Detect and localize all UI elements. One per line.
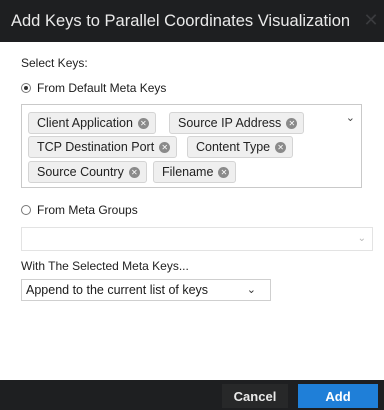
chevron-down-icon[interactable]: ⌄ (346, 111, 355, 124)
tag-label: Source IP Address (178, 116, 282, 130)
tag-content-type[interactable]: Content Type ✕ (187, 136, 294, 158)
close-icon[interactable]: ✕ (362, 11, 380, 29)
meta-keys-multiselect[interactable]: Client Application ✕ Source IP Address ✕… (21, 104, 362, 188)
tag-tcp-destination-port[interactable]: TCP Destination Port ✕ (28, 136, 178, 158)
chevron-down-icon[interactable]: ⌄ (358, 233, 366, 244)
tag-label: TCP Destination Port (37, 140, 155, 154)
dialog-title: Add Keys to Parallel Coordinates Visuali… (11, 11, 351, 30)
select-keys-label: Select Keys: (21, 56, 88, 70)
tag-source-country[interactable]: Source Country ✕ (28, 161, 147, 183)
with-selected-label: With The Selected Meta Keys... (21, 259, 189, 273)
remove-tag-icon[interactable]: ✕ (128, 166, 140, 178)
dialog-title-bar: Add Keys to Parallel Coordinates Visuali… (0, 0, 384, 42)
radio-groups-label: From Meta Groups (37, 203, 138, 217)
remove-tag-icon[interactable]: ✕ (159, 141, 171, 153)
append-mode-value: Append to the current list of keys (26, 283, 209, 297)
radio-groups-indicator[interactable] (21, 205, 31, 215)
chevron-down-icon[interactable]: ⌄ (247, 280, 256, 300)
add-button[interactable]: Add (298, 384, 378, 408)
tag-label: Filename (162, 165, 214, 179)
tag-label: Content Type (196, 140, 271, 154)
remove-tag-icon[interactable]: ✕ (137, 117, 149, 129)
append-mode-select[interactable]: Append to the current list of keys ⌄ (21, 279, 271, 301)
tag-filename[interactable]: Filename ✕ (153, 161, 237, 183)
tag-label: Source Country (37, 165, 124, 179)
dialog-footer: Cancel Add (0, 380, 384, 410)
tag-client-application[interactable]: Client Application ✕ (28, 112, 156, 134)
meta-groups-select[interactable]: ⌄ (21, 227, 373, 251)
cancel-button[interactable]: Cancel (222, 384, 288, 408)
remove-tag-icon[interactable]: ✕ (275, 141, 287, 153)
remove-tag-icon[interactable]: ✕ (286, 117, 298, 129)
tag-label: Client Application (37, 116, 133, 130)
radio-default-meta-keys[interactable]: From Default Meta Keys (21, 81, 166, 95)
radio-default-label: From Default Meta Keys (37, 81, 167, 95)
dialog-content: Select Keys: From Default Meta Keys Clie… (0, 42, 384, 380)
radio-meta-groups[interactable]: From Meta Groups (21, 203, 138, 217)
radio-default-indicator[interactable] (21, 83, 31, 93)
remove-tag-icon[interactable]: ✕ (218, 166, 230, 178)
tag-source-ip-address[interactable]: Source IP Address ✕ (169, 112, 305, 134)
